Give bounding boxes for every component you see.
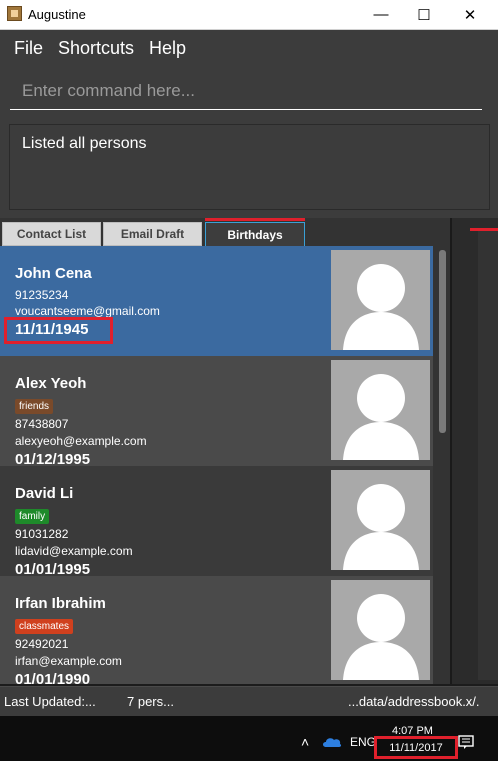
person-name: David Li (15, 485, 74, 502)
tab-contact-list[interactable]: Contact List (2, 222, 101, 246)
person-email: irfan@example.com (15, 654, 122, 668)
avatar (331, 580, 430, 680)
tab-email-draft[interactable]: Email Draft (103, 222, 202, 246)
person-phone: 92492021 (15, 637, 69, 651)
status-person-count: 7 pers... (127, 694, 174, 709)
menu-file[interactable]: File (14, 38, 43, 59)
avatar (331, 250, 430, 350)
close-icon[interactable]: ✕ (447, 0, 493, 29)
result-display: Listed all persons (9, 124, 490, 210)
person-phone: 87438807 (15, 417, 69, 431)
person-card[interactable]: Irfan Ibrahim classmates 92492021 irfan@… (0, 576, 433, 684)
command-input[interactable]: Enter command here... (10, 76, 482, 110)
person-phone: 91235234 (15, 288, 69, 302)
avatar (331, 360, 430, 460)
menu-shortcuts[interactable]: Shortcuts (58, 38, 134, 59)
minimize-icon[interactable]: — (358, 0, 404, 29)
split-divider[interactable] (450, 218, 452, 684)
language-indicator[interactable]: ENG (350, 735, 376, 749)
scrollbar-thumb[interactable] (439, 250, 446, 433)
person-email: alexyeoh@example.com (15, 434, 147, 448)
person-birthday: 01/01/1990 (15, 671, 91, 684)
person-card[interactable]: David Li family 91031282 lidavid@example… (0, 466, 433, 578)
person-name: John Cena (15, 265, 92, 282)
tag-badge: family (15, 509, 50, 524)
tab-birthdays[interactable]: Birthdays (205, 222, 305, 246)
person-email: voucantseeme@gmail.com (15, 304, 160, 318)
status-last-updated: Last Updated:... (4, 694, 96, 709)
clock-date[interactable]: 11/11/2017 (374, 736, 458, 759)
onedrive-icon[interactable] (322, 735, 342, 753)
browser-panel-content (478, 231, 498, 680)
person-email: lidavid@example.com (15, 544, 133, 558)
avatar (331, 470, 430, 570)
menu-help[interactable]: Help (149, 38, 186, 59)
person-name: Alex Yeoh (15, 375, 87, 392)
person-name: Irfan Ibrahim (15, 595, 106, 612)
tag-badge: classmates (15, 619, 74, 634)
tab-highlight (205, 218, 305, 221)
tag-badge: friends (15, 399, 54, 414)
app-icon (7, 6, 22, 21)
chevron-up-icon[interactable]: ˄ (301, 734, 309, 750)
notification-icon[interactable] (458, 735, 474, 754)
person-list[interactable]: John Cena 91235234 voucantseeme@gmail.co… (0, 246, 433, 684)
window-title: Augustine (28, 7, 86, 22)
status-save-path: ...data/addressbook.x/. (348, 694, 480, 709)
birthday-highlight (4, 317, 113, 344)
maximize-icon[interactable]: ☐ (401, 0, 447, 29)
person-card[interactable]: Alex Yeoh friends 87438807 alexyeoh@exam… (0, 356, 433, 468)
person-phone: 91031282 (15, 527, 69, 541)
